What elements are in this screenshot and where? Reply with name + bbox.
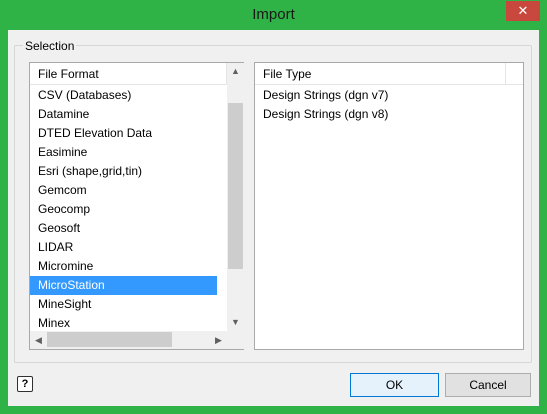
horizontal-scroll-thumb[interactable] [47,332,172,347]
file-format-list-item[interactable]: Geosoft [30,219,217,238]
ok-button[interactable]: OK [350,373,439,397]
file-format-list-item[interactable]: MineSight [30,295,217,314]
file-type-header: File Type [255,63,523,85]
file-format-list-item[interactable]: MicroStation [30,276,217,295]
vertical-scroll-thumb[interactable] [228,103,243,269]
file-type-column-header[interactable]: File Type [255,63,506,85]
cancel-button[interactable]: Cancel [445,373,531,397]
import-dialog-window: Import ✕ Selection File Format CSV (Data… [0,0,547,414]
file-format-list-item[interactable]: Geocomp [30,200,217,219]
file-format-list-item[interactable]: LIDAR [30,238,217,257]
close-button[interactable]: ✕ [506,1,540,21]
dialog-client-area: Selection File Format CSV (Databases) Dat… [8,30,539,406]
file-format-list-item[interactable]: Gemcom [30,181,217,200]
file-format-list-item[interactable]: Easimine [30,143,217,162]
scroll-left-arrow-icon[interactable]: ◀ [30,331,47,349]
file-format-list-item[interactable]: DTED Elevation Data [30,124,217,143]
file-type-list[interactable]: File Type Design Strings (dgn v7) Design … [254,62,524,350]
file-format-list-item[interactable]: Esri (shape,grid,tin) [30,162,217,181]
file-format-header: File Format [30,63,227,85]
title-bar[interactable]: Import ✕ [0,0,547,30]
window-title: Import [252,6,295,23]
file-format-vertical-scrollbar[interactable]: ▲ ▼ [227,63,244,331]
file-format-list-item[interactable]: Micromine [30,257,217,276]
help-icon[interactable]: ? [17,376,33,392]
scroll-down-arrow-icon[interactable]: ▼ [227,314,244,331]
scrollbar-corner [227,331,244,349]
file-format-column-header[interactable]: File Format [30,63,227,85]
file-format-list[interactable]: File Format CSV (Databases) Datamine DTED … [29,62,244,350]
file-type-list-item[interactable]: Design Strings (dgn v8) [255,105,523,124]
selection-groupbox-label: Selection [23,39,77,53]
file-format-list-item[interactable]: CSV (Databases) [30,86,217,105]
file-type-list-item[interactable]: Design Strings (dgn v7) [255,86,523,105]
file-format-list-item[interactable]: Datamine [30,105,217,124]
file-format-horizontal-scrollbar[interactable]: ◀ ▶ [30,331,227,349]
scroll-up-arrow-icon[interactable]: ▲ [227,63,244,80]
scroll-right-arrow-icon[interactable]: ▶ [210,331,227,349]
